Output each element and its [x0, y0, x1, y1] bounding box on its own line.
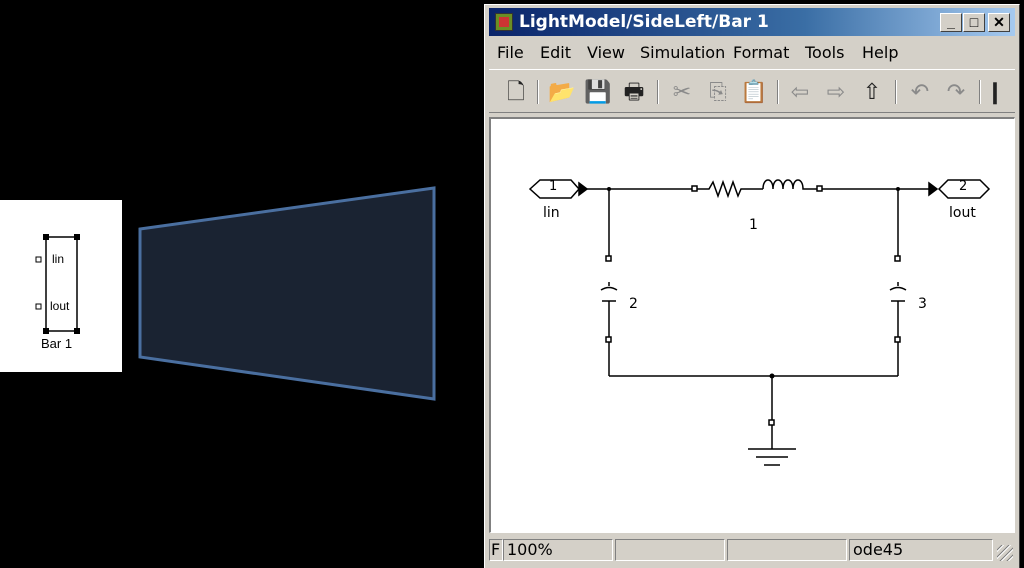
- capacitor-left-symbol: [600, 282, 618, 337]
- status-ready: F: [489, 539, 503, 561]
- block-name-label: Bar 1: [41, 336, 73, 351]
- capacitor-right-label: 3: [918, 296, 927, 312]
- toolbar: 🗋 📂 💾 🖶 ✂ ⎘ 📋 ⇦ ⇨ ⇧ ↶ ↷ ❙: [489, 69, 1015, 113]
- resistor-symbol: [697, 179, 763, 199]
- more-icon[interactable]: ❙: [985, 78, 1005, 106]
- title-bar[interactable]: LightModel/SideLeft/Bar 1 _ □ ✕: [489, 8, 1015, 36]
- inport-arrow: [578, 181, 589, 197]
- window-title: LightModel/SideLeft/Bar 1: [519, 12, 769, 32]
- block-port-out-label: lout: [50, 299, 70, 313]
- back-arrow-icon[interactable]: ⇦: [785, 78, 815, 106]
- status-bar: F 100% ode45: [489, 537, 1015, 563]
- outport-arrow: [928, 181, 939, 197]
- cut-icon[interactable]: ✂: [667, 78, 697, 106]
- menu-help[interactable]: Help: [862, 43, 898, 62]
- close-button[interactable]: ✕: [988, 13, 1010, 32]
- open-folder-icon[interactable]: 📂: [547, 78, 577, 106]
- new-file-icon[interactable]: 🗋: [501, 78, 531, 106]
- print-icon[interactable]: 🖶: [619, 78, 649, 106]
- block-port-in-label: lin: [52, 252, 65, 266]
- resize-grip[interactable]: [997, 545, 1013, 561]
- toolbar-separator: [777, 80, 779, 104]
- copy-icon[interactable]: ⎘: [703, 78, 733, 106]
- toolbar-separator: [895, 80, 897, 104]
- menu-file[interactable]: File: [497, 43, 524, 62]
- status-solver: ode45: [849, 539, 993, 561]
- simulink-app-icon[interactable]: [495, 13, 513, 31]
- ground-symbol: [748, 448, 796, 466]
- up-arrow-icon[interactable]: ⇧: [857, 78, 887, 106]
- inport-number: 1: [549, 179, 558, 194]
- save-icon[interactable]: 💾: [583, 78, 613, 106]
- subsystem-block-preview[interactable]: lin lout Bar 1: [0, 200, 122, 372]
- capacitor-left-label: 2: [629, 296, 638, 312]
- status-zoom: 100%: [503, 539, 613, 561]
- outport-number: 2: [959, 179, 968, 194]
- redo-icon[interactable]: ↷: [941, 78, 971, 106]
- toolbar-separator: [537, 80, 539, 104]
- capacitor-right-symbol: [889, 282, 907, 337]
- inport-label: lin: [543, 205, 560, 221]
- outport-label: lout: [949, 205, 976, 221]
- menu-edit[interactable]: Edit: [540, 43, 571, 62]
- maximize-button[interactable]: □: [963, 13, 985, 32]
- toolbar-separator: [979, 80, 981, 104]
- menu-bar: File Edit View Simulation Format Tools H…: [489, 38, 1015, 66]
- minimize-button[interactable]: _: [940, 13, 962, 32]
- menu-tools[interactable]: Tools: [805, 43, 844, 62]
- menu-view[interactable]: View: [587, 43, 625, 62]
- paste-icon[interactable]: 📋: [739, 78, 769, 106]
- model-window: LightModel/SideLeft/Bar 1 _ □ ✕ File Edi…: [484, 4, 1020, 568]
- menu-simulation[interactable]: Simulation: [640, 43, 725, 62]
- inductor-symbol: [762, 179, 817, 190]
- circuit-diagram: [528, 179, 991, 466]
- series-element-label: 1: [749, 217, 758, 233]
- toolbar-separator: [657, 80, 659, 104]
- undo-icon[interactable]: ↶: [905, 78, 935, 106]
- status-empty-2: [727, 539, 847, 561]
- menu-format[interactable]: Format: [733, 43, 789, 62]
- diagram-canvas[interactable]: 1 lin 2 lout 1 2 3: [489, 117, 1015, 533]
- status-empty-1: [615, 539, 725, 561]
- forward-arrow-icon[interactable]: ⇨: [821, 78, 851, 106]
